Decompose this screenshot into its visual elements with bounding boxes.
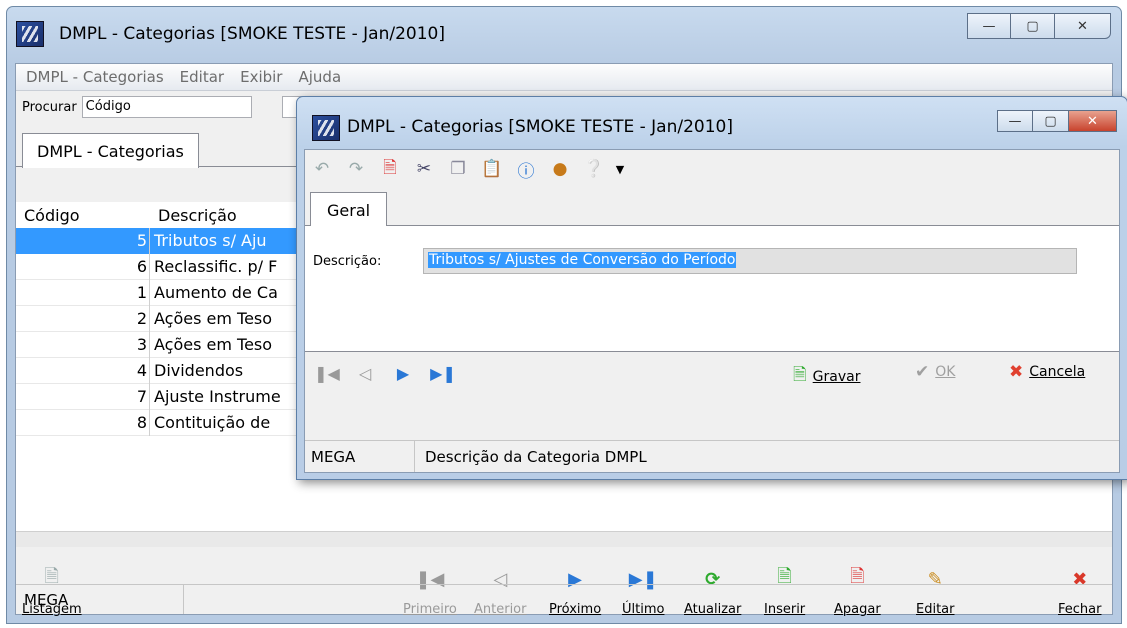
- close-button[interactable]: ✕: [1055, 13, 1111, 39]
- menu-exibir[interactable]: Exibir: [240, 68, 282, 86]
- cell-code: 7: [16, 383, 150, 410]
- search-label: Procurar: [22, 99, 77, 115]
- maximize-button[interactable]: ▢: [1011, 13, 1055, 39]
- first-record-icon[interactable]: ❚◀: [314, 362, 340, 384]
- dialog-app-icon: [312, 115, 340, 141]
- column-header-codigo[interactable]: Código: [16, 206, 150, 225]
- cell-code: 3: [16, 331, 150, 358]
- previous-record-icon[interactable]: ◁: [355, 362, 375, 384]
- cell-description: Contituição de: [154, 412, 271, 432]
- cancela-label: Cancela: [1029, 364, 1086, 380]
- dialog-toolbar: ↶ ↷ 🗎 ✂ ❐ 📋 ⓘ ● ❔ ▼: [305, 150, 1119, 188]
- main-statusbar: MEGA: [16, 584, 1112, 614]
- undo-icon[interactable]: ↶: [311, 158, 333, 180]
- descricao-label: Descrição:: [313, 254, 382, 269]
- dialog-panel: Descrição: Tributos s/ Ajustes de Conver…: [305, 226, 1119, 352]
- dialog-tabs: Geral: [305, 188, 1119, 227]
- dialog-body: ↶ ↷ 🗎 ✂ ❐ 📋 ⓘ ● ❔ ▼ Geral Descrição: Tri…: [304, 149, 1120, 473]
- status-company: MEGA: [16, 585, 184, 614]
- dialog-statusbar: MEGA Descrição da Categoria DMPL: [305, 440, 1119, 472]
- dialog-status-company: MEGA: [305, 441, 415, 472]
- horizontal-scrollbar[interactable]: [16, 531, 1112, 547]
- cancela-button[interactable]: ✖ Cancela: [1009, 362, 1085, 382]
- paste-icon[interactable]: 📋: [481, 158, 503, 180]
- copy-icon[interactable]: ❐: [447, 158, 469, 180]
- new-document-icon[interactable]: 🗎: [379, 158, 401, 180]
- check-icon: ✔: [915, 362, 930, 382]
- gravar-label: Gravar: [812, 368, 861, 385]
- cut-icon[interactable]: ✂: [413, 158, 435, 180]
- column-header-descricao[interactable]: Descrição: [150, 206, 237, 225]
- menu-editar[interactable]: Editar: [180, 68, 224, 86]
- cell-description: Aumento de Ca: [154, 282, 278, 302]
- main-window-title: DMPL - Categorias [SMOKE TESTE - Jan/201…: [59, 24, 445, 44]
- dialog-minimize-button[interactable]: —: [997, 110, 1033, 132]
- cell-description: Ações em Teso: [154, 334, 273, 354]
- main-titlebar: DMPL - Categorias [SMOKE TESTE - Jan/201…: [7, 7, 1121, 57]
- gravar-button[interactable]: 🗎 Gravar: [793, 362, 860, 391]
- last-record-icon[interactable]: ▶❚: [430, 362, 456, 384]
- menubar: DMPL - Categorias Editar Exibir Ajuda: [16, 64, 1112, 91]
- cancel-x-icon: ✖: [1009, 362, 1024, 382]
- dialog-maximize-button[interactable]: ▢: [1033, 110, 1069, 132]
- ok-button[interactable]: ✔ OK: [915, 362, 955, 382]
- descricao-value: Tributos s/ Ajustes de Conversão do Perí…: [428, 252, 737, 268]
- menu-dmpl-categorias[interactable]: DMPL - Categorias: [26, 68, 164, 86]
- dialog-caption-buttons: — ▢ ✕: [997, 110, 1117, 132]
- minimize-button[interactable]: —: [967, 13, 1011, 39]
- chevron-down-icon[interactable]: ▼: [609, 158, 631, 180]
- descricao-field[interactable]: Tributos s/ Ajustes de Conversão do Perí…: [423, 248, 1077, 274]
- cell-code: 8: [16, 409, 150, 436]
- cell-code: 4: [16, 357, 150, 384]
- dialog-titlebar: DMPL - Categorias [SMOKE TESTE - Jan/201…: [297, 97, 1127, 141]
- info-icon[interactable]: ⓘ: [515, 158, 537, 182]
- search-field-select[interactable]: Código: [81, 96, 252, 118]
- app-icon: [16, 21, 44, 47]
- save-icon: 🗎: [793, 365, 807, 385]
- main-caption-buttons: — ▢ ✕: [967, 13, 1111, 39]
- cell-code: 6: [16, 253, 150, 280]
- tab-geral[interactable]: Geral: [310, 192, 388, 227]
- redo-icon[interactable]: ↷: [345, 158, 367, 180]
- help-icon[interactable]: ❔: [583, 158, 605, 180]
- dialog-close-button[interactable]: ✕: [1069, 110, 1117, 132]
- dialog-status-text: Descrição da Categoria DMPL: [425, 447, 647, 466]
- ok-label: OK: [935, 364, 956, 380]
- cell-code: 2: [16, 305, 150, 332]
- cell-description: Dividendos: [154, 360, 244, 380]
- cell-code: 5: [16, 227, 150, 254]
- dialog-nav-bar: ❚◀ ◁ ▶ ▶❚ 🗎 Gravar ✔ OK ✖ Cancela: [305, 352, 1119, 396]
- cell-description: Ajuste Instrume: [154, 386, 281, 406]
- cell-description: Ações em Teso: [154, 308, 273, 328]
- tab-dmpl-categorias[interactable]: DMPL - Categorias: [22, 133, 199, 168]
- edit-dialog: DMPL - Categorias [SMOKE TESTE - Jan/201…: [296, 96, 1127, 480]
- cell-description: Reclassific. p/ F: [154, 256, 278, 276]
- next-record-icon[interactable]: ▶: [393, 362, 413, 384]
- cell-code: 1: [16, 279, 150, 306]
- dialog-title: DMPL - Categorias [SMOKE TESTE - Jan/201…: [347, 117, 733, 137]
- user-icon[interactable]: ●: [549, 158, 571, 180]
- menu-ajuda[interactable]: Ajuda: [298, 68, 341, 86]
